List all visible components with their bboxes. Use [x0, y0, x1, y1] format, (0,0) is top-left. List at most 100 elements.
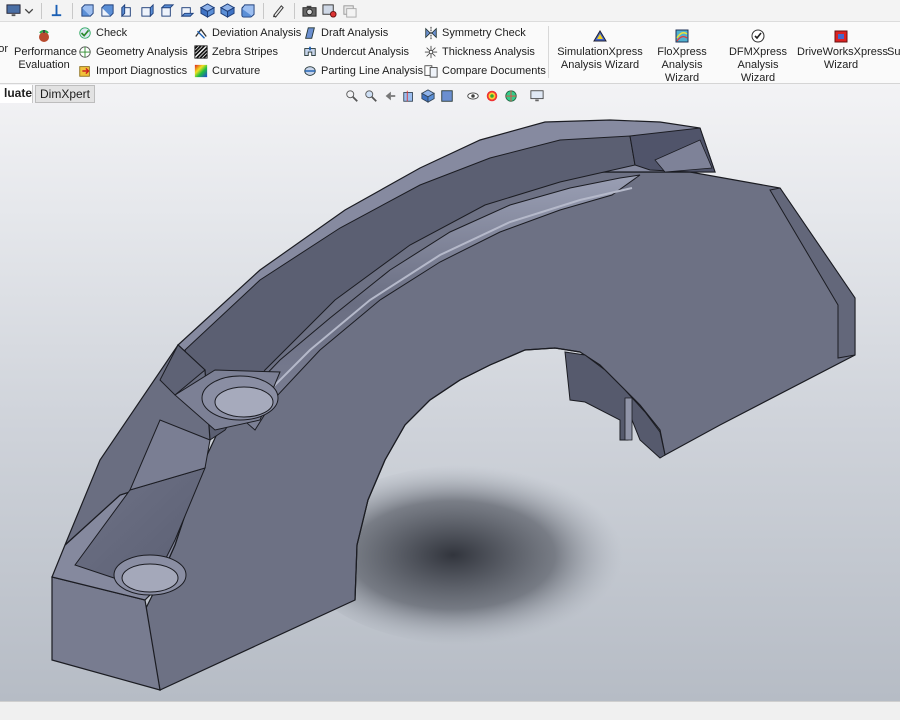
parting-line-analysis-icon [304, 66, 316, 76]
compare-documents-icon [424, 65, 438, 78]
parting-line-analysis-button[interactable]: Parting Line Analysis [303, 63, 423, 79]
thickness-analysis-label: Thickness Analysis [442, 46, 535, 58]
import-diagnostics-icon [79, 66, 90, 77]
floxpress-line1: FloXpress [657, 46, 707, 58]
thickness-analysis-button[interactable]: Thickness Analysis [424, 44, 535, 60]
back-view-icon[interactable] [98, 2, 116, 20]
parting-line-analysis-label: Parting Line Analysis [321, 65, 424, 77]
section-view-icon[interactable] [401, 88, 417, 104]
graphics-viewport[interactable]: luate DimXpert [0, 84, 900, 701]
import-diagnostics-button[interactable]: Import Diagnostics [78, 63, 187, 79]
hide-show-items-icon[interactable] [465, 88, 481, 104]
dfmxpress-button[interactable]: DFMXpress Analysis Wizard [720, 26, 796, 85]
driveworksxpress-icon [834, 30, 848, 43]
dfmxpress-line2: Analysis Wizard [737, 59, 779, 84]
camera-icon[interactable] [300, 2, 318, 20]
lower-hole [121, 563, 179, 593]
toolbar-divider [294, 2, 295, 19]
monitor-icon[interactable] [4, 2, 22, 20]
view-palette-icon[interactable] [320, 2, 338, 20]
symmetry-check-button[interactable]: Symmetry Check [424, 25, 526, 41]
thickness-analysis-icon [424, 45, 438, 59]
ribbon-divider [548, 26, 549, 78]
simulationxpress-icon [593, 30, 607, 42]
zoom-to-fit-icon[interactable] [344, 88, 360, 104]
chevron-down-icon[interactable] [24, 2, 34, 20]
isometric-view-icon[interactable] [198, 2, 216, 20]
driveworksxpress-line1: DriveWorksXpress [797, 46, 888, 58]
symmetry-check-label: Symmetry Check [442, 27, 526, 39]
zebra-stripes-button[interactable]: Zebra Stripes [194, 44, 278, 60]
clipped-tool-label: or [0, 43, 8, 55]
check-icon [79, 27, 91, 39]
compare-documents-button[interactable]: Compare Documents [424, 63, 546, 79]
undercut-analysis-label: Undercut Analysis [321, 46, 410, 58]
deviation-analysis-button[interactable]: Deviation Analysis [194, 25, 301, 41]
view-orientation-icon[interactable] [420, 88, 436, 104]
apply-scene-icon[interactable] [503, 88, 519, 104]
normal-to-icon[interactable] [47, 2, 65, 20]
toolbar-divider [72, 2, 73, 19]
dfmxpress-line1: DFMXpress [728, 46, 788, 58]
undercut-analysis-icon [304, 46, 316, 56]
edit-appearance-icon[interactable] [484, 88, 500, 104]
floxpress-button[interactable]: FloXpress Analysis Wizard [644, 26, 720, 85]
geometry-analysis-label: Geometry Analysis [96, 46, 188, 58]
check-button[interactable]: Check [78, 25, 127, 41]
window-icon[interactable] [340, 2, 358, 20]
upper-hole [214, 386, 274, 418]
check-label: Check [96, 27, 128, 39]
bottom-view-icon[interactable] [178, 2, 196, 20]
status-bar [0, 701, 900, 720]
import-diagnostics-label: Import Diagnostics [96, 65, 188, 77]
curvature-icon [194, 64, 208, 78]
geometry-analysis-icon [79, 46, 91, 58]
tab-dimxpert[interactable]: DimXpert [35, 85, 95, 103]
curvature-label: Curvature [212, 65, 261, 77]
toolbar-divider [41, 2, 42, 19]
evaluate-ribbon: or Performance Evaluation Check Geometry… [0, 22, 900, 84]
quick-access-toolbar [0, 0, 900, 22]
simulationxpress-button[interactable]: SimulationXpress Analysis Wizard [556, 26, 644, 72]
performance-evaluation-icon [39, 30, 49, 42]
curvature-button[interactable]: Curvature [194, 63, 260, 79]
symmetry-check-icon [425, 26, 437, 40]
deviation-analysis-icon [195, 28, 207, 39]
floxpress-line2: Analysis Wizard [661, 59, 703, 84]
floxpress-icon [675, 29, 689, 43]
view-settings-icon[interactable] [529, 88, 545, 104]
draft-analysis-button[interactable]: Draft Analysis [303, 25, 388, 41]
performance-evaluation-line1: Performance [14, 46, 77, 58]
performance-evaluation-button[interactable]: Performance Evaluation [14, 26, 77, 72]
simulationxpress-line2: Analysis Wizard [560, 59, 640, 71]
front-view-icon[interactable] [78, 2, 96, 20]
driveworksxpress-button[interactable]: DriveWorksXpress Wizard [797, 26, 888, 72]
previous-view-icon[interactable] [382, 88, 398, 104]
toolbar-divider [263, 2, 264, 19]
trimetric-view-icon[interactable] [218, 2, 236, 20]
part-model[interactable] [0, 104, 900, 701]
draft-analysis-icon [305, 27, 315, 39]
deviation-analysis-label: Deviation Analysis [212, 27, 302, 39]
dfmxpress-icon [751, 29, 765, 43]
right-view-icon[interactable] [138, 2, 156, 20]
simulationxpress-line1: SimulationXpress [557, 46, 643, 58]
compare-documents-label: Compare Documents [442, 65, 546, 77]
display-style-icon[interactable] [439, 88, 455, 104]
zebra-stripes-label: Zebra Stripes [212, 46, 279, 58]
tab-evaluate[interactable]: luate [0, 85, 33, 103]
performance-evaluation-line2: Evaluation [18, 59, 70, 71]
zebra-stripes-icon [194, 45, 208, 59]
clipped-ribbon-button[interactable]: Su [887, 46, 900, 59]
driveworksxpress-line2: Wizard [823, 59, 859, 71]
draft-analysis-label: Draft Analysis [321, 27, 389, 39]
undercut-analysis-button[interactable]: Undercut Analysis [303, 44, 409, 60]
sketch-pen-icon[interactable] [269, 2, 287, 20]
left-view-icon[interactable] [118, 2, 136, 20]
dimetric-view-icon[interactable] [238, 2, 256, 20]
arch-slot [624, 397, 633, 441]
geometry-analysis-button[interactable]: Geometry Analysis [78, 44, 188, 60]
top-view-icon[interactable] [158, 2, 176, 20]
zoom-to-area-icon[interactable] [363, 88, 379, 104]
heads-up-view-toolbar [344, 87, 548, 105]
